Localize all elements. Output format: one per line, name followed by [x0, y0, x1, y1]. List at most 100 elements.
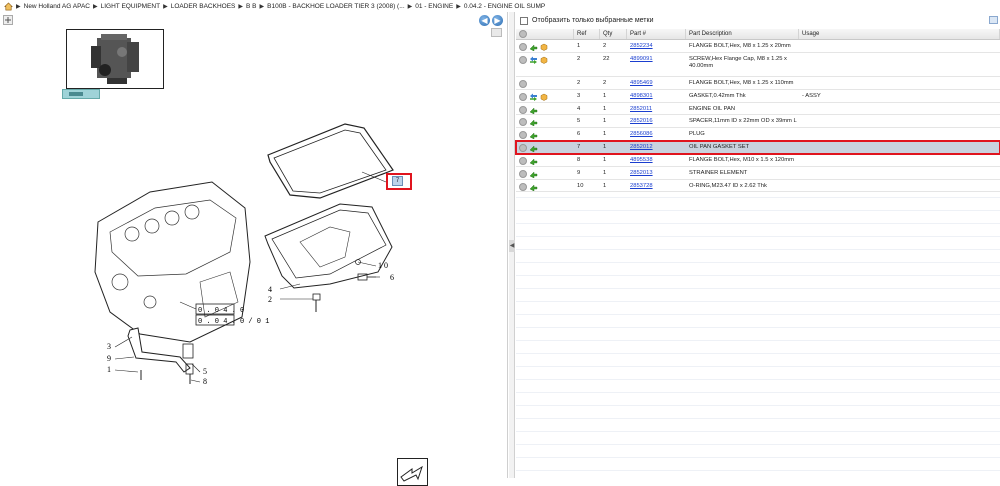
filter-bar: Отобразить только выбранные метки — [516, 14, 1000, 27]
cell-description: PLUG — [689, 131, 705, 138]
info-icon[interactable] — [519, 43, 527, 51]
part-number-link[interactable]: 2852013 — [630, 170, 653, 176]
package-icon[interactable] — [540, 56, 548, 64]
part-number-link[interactable]: 4899091 — [630, 56, 653, 62]
part-number-link[interactable]: 2856086 — [630, 131, 653, 137]
cell-ref: 2 — [577, 55, 581, 62]
table-row[interactable]: 4 1 2852011 ENGINE OIL PAN — [516, 102, 1000, 116]
callout-label[interactable]: 4 — [268, 285, 272, 294]
cell-ref: 7 — [577, 144, 581, 151]
pane-splitter[interactable]: ◀ — [509, 12, 515, 478]
part-number-link[interactable]: 2852234 — [630, 43, 653, 49]
cell-part: 2852013 — [627, 167, 686, 176]
breadcrumb-item-series[interactable]: B B — [246, 3, 256, 10]
info-icon[interactable] — [519, 169, 527, 178]
table-row-selected[interactable]: 7 1 2852012 OIL PAN GASKET SET — [515, 140, 1000, 155]
row-actions — [516, 141, 574, 153]
part-number-link[interactable]: 2853728 — [630, 183, 653, 189]
part-number-link[interactable]: 2852011 — [630, 106, 652, 112]
table-row[interactable]: 3 1 4898301 GASKET,0.42mm Thk - ASSY — [516, 89, 1000, 103]
collapse-handle-icon[interactable]: ◀ — [509, 240, 515, 252]
add-to-cart-arrow-icon[interactable] — [529, 144, 538, 153]
add-to-cart-arrow-icon[interactable] — [529, 43, 538, 51]
breadcrumb-item-brand[interactable]: New Holland AG APAC — [24, 3, 90, 10]
column-header-qty[interactable]: Qty — [600, 29, 627, 39]
info-icon[interactable] — [519, 105, 527, 114]
cell-qty: 2 — [603, 43, 607, 49]
breadcrumb-item-section[interactable]: 01 - ENGINE — [415, 3, 453, 10]
table-row[interactable]: 8 1 4895538 FLANGE BOLT,Hex, M10 x 1.5 x 12… — [516, 153, 1000, 167]
column-header-usage[interactable]: Usage — [799, 29, 1000, 39]
table-row[interactable]: 10 1 2853728 O-RING,M23.47 ID x 2.62 Thk — [516, 179, 1000, 193]
callout-label[interactable]: 5 — [203, 367, 207, 376]
diagram-pane: ◀ ▶ 1 0 6 4 2 0 . 0 4 . 0 0 . 0 4 . 0 / … — [0, 12, 508, 486]
callout-label[interactable]: 2 — [268, 295, 272, 304]
cell-part: 4895538 — [627, 154, 686, 163]
info-icon[interactable] — [519, 118, 527, 127]
settings-icon[interactable] — [519, 30, 527, 38]
callout-label[interactable]: 9 — [107, 354, 111, 363]
selected-callout[interactable]: 7 — [392, 176, 403, 186]
part-number-link[interactable]: 4895469 — [630, 80, 653, 86]
add-to-cart-arrow-icon[interactable] — [529, 131, 538, 140]
column-header-ref[interactable]: Ref — [574, 29, 600, 39]
chevron-right-icon: ▶ — [259, 3, 265, 10]
table-row[interactable]: 9 1 2852013 STRAINER ELEMENT — [516, 166, 1000, 180]
callout-label[interactable]: 1 0 — [378, 261, 388, 270]
callout-label[interactable]: 1 — [107, 365, 111, 374]
cell-part: 4895469 — [627, 77, 686, 86]
breadcrumb-item-category[interactable]: LIGHT EQUIPMENT — [101, 3, 160, 10]
info-icon[interactable] — [519, 92, 527, 101]
info-icon[interactable] — [519, 79, 527, 88]
info-icon[interactable] — [519, 131, 527, 140]
replacement-icon[interactable] — [529, 93, 538, 101]
column-header-actions[interactable] — [516, 29, 574, 39]
add-to-cart-arrow-icon[interactable] — [529, 118, 538, 127]
part-number-link[interactable]: 4895538 — [630, 157, 653, 163]
callout-label[interactable]: 6 — [390, 273, 394, 282]
next-diagram-icon[interactable] — [397, 458, 428, 486]
add-to-cart-arrow-icon[interactable] — [529, 183, 538, 191]
cell-usage — [799, 77, 1000, 80]
replacement-icon[interactable] — [529, 56, 538, 64]
column-header-description[interactable]: Part Description — [686, 29, 799, 39]
part-number-link[interactable]: 2852012 — [630, 144, 653, 150]
info-icon[interactable] — [519, 144, 527, 153]
info-icon[interactable] — [519, 182, 527, 191]
part-number-link[interactable]: 4898301 — [630, 93, 653, 99]
table-row[interactable]: 2 2 4895469 FLANGE BOLT,Hex, M8 x 1.25 x 11… — [516, 76, 1000, 90]
part-number-link[interactable]: 2852016 — [630, 118, 653, 124]
breadcrumb-item-product-line[interactable]: LOADER BACKHOES — [171, 3, 236, 10]
cell-ref: 4 — [577, 105, 581, 112]
add-to-cart-arrow-icon[interactable] — [529, 106, 538, 114]
add-to-cart-arrow-icon[interactable] — [529, 157, 538, 165]
table-row[interactable]: 5 1 2852016 SPACER,11mm ID x 22mm OD x 39mm… — [516, 115, 1000, 129]
package-icon[interactable] — [540, 43, 548, 51]
add-to-cart-arrow-icon[interactable] — [529, 170, 538, 178]
table-row[interactable]: 6 1 2856086 PLUG — [516, 128, 1000, 142]
row-actions — [516, 180, 574, 191]
callout-label[interactable]: 3 — [107, 342, 111, 351]
cell-part: 2852012 — [627, 141, 686, 150]
table-row[interactable]: 2 22 4899091 SCREW,Hex Flange Cap, M8 x 1.2… — [516, 52, 1000, 77]
export-icon[interactable] — [989, 16, 998, 24]
cell-usage — [799, 115, 1000, 118]
column-header-part[interactable]: Part # — [627, 29, 686, 39]
info-icon[interactable] — [519, 55, 527, 64]
breadcrumb-item-model[interactable]: B100B - BACKHOE LOADER TIER 3 (2008) (..… — [267, 3, 405, 10]
cell-ref: 2 — [577, 79, 581, 86]
breadcrumb-item-page: 0.04.2 - ENGINE OIL SUMP — [463, 2, 546, 10]
package-icon[interactable] — [540, 93, 548, 101]
callout-label[interactable]: 8 — [203, 377, 207, 386]
home-icon[interactable] — [4, 1, 13, 11]
cell-ref: 10 — [577, 182, 584, 189]
table-row[interactable]: 1 2 2852234 FLANGE BOLT,Hex, M8 x 1.25 x 20… — [516, 40, 1000, 53]
cell-qty: 22 — [603, 55, 610, 62]
show-selected-only-checkbox[interactable] — [520, 16, 528, 25]
reference-page-label[interactable]: 0 . 0 4 . 0 — [198, 307, 244, 315]
parts-list-pane: Отобразить только выбранные метки Ref Qt… — [515, 12, 1000, 478]
reference-page-label[interactable]: 0 . 0 4 . 0 / 0 1 — [198, 318, 269, 326]
cell-qty: 1 — [603, 182, 607, 189]
chevron-right-icon: ▶ — [456, 3, 461, 10]
info-icon[interactable] — [519, 156, 527, 165]
